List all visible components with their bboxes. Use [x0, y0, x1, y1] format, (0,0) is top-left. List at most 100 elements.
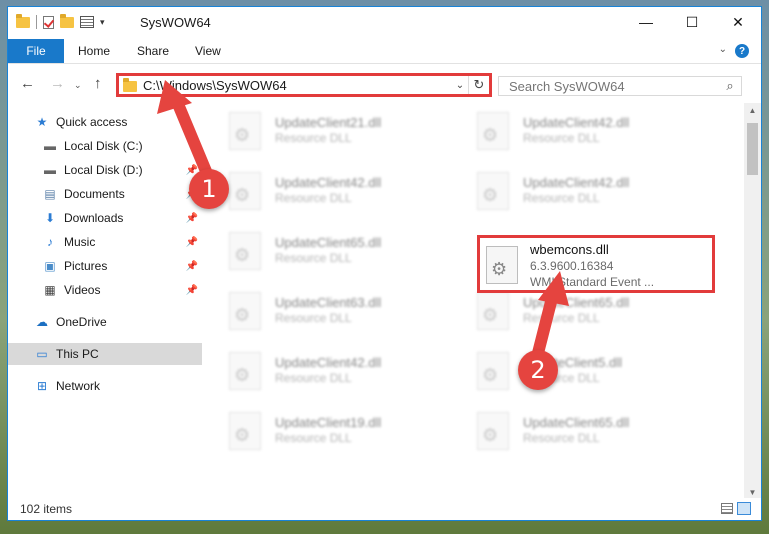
file-name: UpdateClient63.dll: [275, 295, 382, 310]
sidebar-item-pictures[interactable]: ▣ Pictures 📌: [8, 255, 202, 277]
cloud-icon: ☁: [36, 315, 48, 329]
pictures-icon: ▣: [44, 259, 56, 273]
sidebar-item-quick-access[interactable]: ★ Quick access: [8, 111, 202, 133]
network-icon: ⊞: [36, 379, 48, 393]
up-arrow-icon[interactable]: ↑: [94, 75, 102, 92]
dll-file-icon: [477, 412, 509, 450]
file-name: UpdateClient65.dll: [523, 295, 630, 310]
sidebar-item-label: Quick access: [56, 115, 128, 129]
tab-view[interactable]: View: [195, 39, 221, 63]
tab-file[interactable]: File: [8, 39, 64, 63]
forward-arrow-icon[interactable]: →: [50, 75, 65, 92]
sidebar-item-local-disk-c[interactable]: ▬ Local Disk (C:): [8, 135, 202, 157]
file-item[interactable]: UpdateClient42.dll Resource DLL: [213, 345, 443, 397]
address-bar[interactable]: C:\Windows\SysWOW64 ⌄ ↻: [116, 73, 492, 97]
drive-icon: ▬: [44, 139, 56, 153]
sidebar-item-videos[interactable]: ▦ Videos 📌: [8, 279, 202, 301]
file-type: Resource DLL: [523, 431, 600, 445]
file-name: UpdateClient42.dll: [523, 175, 630, 190]
highlighted-file-wbemcons[interactable]: wbemcons.dll 6.3.9600.16384 WMI Standard…: [477, 235, 715, 293]
file-item[interactable]: UpdateClient65.dll Resource DLL: [461, 405, 691, 457]
star-icon: ★: [36, 115, 48, 129]
sidebar-item-onedrive[interactable]: ☁ OneDrive: [8, 311, 202, 333]
navigation-pane: ★ Quick access ▬ Local Disk (C:) ▬ Local…: [8, 107, 203, 497]
file-list: UpdateClient21.dll Resource DLL UpdateCl…: [213, 103, 738, 501]
file-name: UpdateClient65.dll: [275, 235, 382, 250]
tab-share[interactable]: Share: [137, 39, 169, 63]
close-button[interactable]: ✕: [715, 7, 761, 37]
pin-icon[interactable]: 📌: [186, 213, 198, 224]
maximize-button[interactable]: ☐: [669, 7, 715, 37]
dll-file-icon: [229, 172, 261, 210]
file-item[interactable]: UpdateClient42.dll Resource DLL: [461, 165, 691, 217]
chevron-down-icon[interactable]: ▾: [100, 17, 105, 28]
sidebar-item-label: OneDrive: [56, 315, 107, 329]
scroll-up-icon[interactable]: ▲: [744, 103, 761, 119]
dll-file-icon: [229, 112, 261, 150]
file-item[interactable]: UpdateClient65.dll Resource DLL: [213, 225, 443, 277]
videos-icon: ▦: [44, 283, 56, 297]
sidebar-item-label: Local Disk (C:): [64, 139, 143, 153]
file-item[interactable]: UpdateClient21.dll Resource DLL: [213, 105, 443, 157]
sidebar-item-local-disk-d[interactable]: ▬ Local Disk (D:) 📌: [8, 159, 202, 181]
file-description: WMI Standard Event ...: [530, 275, 655, 289]
sidebar-item-documents[interactable]: ▤ Documents 📌: [8, 183, 202, 205]
sidebar-item-label: Music: [64, 235, 96, 249]
explorer-window: ▾ SysWOW64 — ☐ ✕ File Home Share View ⌄ …: [7, 6, 762, 521]
sidebar-item-label: Videos: [64, 283, 101, 297]
documents-icon: ▤: [44, 187, 56, 201]
vertical-scrollbar[interactable]: ▲ ▼: [744, 103, 761, 501]
details-view-icon[interactable]: [721, 503, 733, 514]
pin-icon[interactable]: 📌: [186, 285, 198, 296]
sidebar-item-network[interactable]: ⊞ Network: [8, 375, 202, 397]
search-icon[interactable]: ⌕: [719, 78, 741, 94]
expand-ribbon-icon[interactable]: ⌄: [719, 44, 727, 55]
new-folder-icon[interactable]: [60, 13, 74, 28]
sidebar-item-music[interactable]: ♪ Music 📌: [8, 231, 202, 253]
file-type: Resource DLL: [275, 251, 352, 265]
file-type: Resource DLL: [523, 131, 600, 145]
dll-file-icon: [229, 412, 261, 450]
tab-home[interactable]: Home: [78, 39, 110, 63]
sidebar-item-this-pc[interactable]: ▭ This PC: [8, 343, 202, 365]
dll-file-icon: [229, 352, 261, 390]
properties-check-icon[interactable]: [43, 15, 54, 29]
back-arrow-icon[interactable]: ←: [20, 75, 35, 92]
file-name: UpdateClient42.dll: [523, 115, 630, 130]
customize-toolbar-icon[interactable]: [80, 16, 94, 28]
pin-icon[interactable]: 📌: [186, 237, 198, 248]
window-title: SysWOW64: [140, 15, 211, 30]
file-item[interactable]: UpdateClient42.dll Resource DLL: [461, 105, 691, 157]
search-box[interactable]: ⌕: [498, 76, 742, 96]
sidebar-item-label: Local Disk (D:): [64, 163, 143, 177]
folder-icon: [16, 13, 30, 28]
sidebar-item-label: Documents: [64, 187, 125, 201]
file-type: Resource DLL: [275, 371, 352, 385]
search-input[interactable]: [507, 77, 719, 95]
chevron-down-icon[interactable]: ⌄: [452, 80, 468, 91]
file-name: UpdateClient42.dll: [275, 175, 382, 190]
minimize-button[interactable]: —: [623, 7, 669, 37]
recent-locations-icon[interactable]: ⌄: [74, 80, 82, 91]
file-item[interactable]: UpdateClient5.dll Resource DLL: [461, 345, 691, 397]
file-item[interactable]: UpdateClient63.dll Resource DLL: [213, 285, 443, 337]
pin-icon[interactable]: 📌: [186, 261, 198, 272]
sidebar-item-label: Network: [56, 379, 101, 393]
toolbar-separator: [36, 15, 37, 29]
title-bar: ▾ SysWOW64 — ☐ ✕: [8, 7, 761, 39]
navigation-bar: ← → ⌄ ↑ C:\Windows\SysWOW64 ⌄ ↻ ⌕: [8, 65, 761, 103]
address-path[interactable]: C:\Windows\SysWOW64: [143, 78, 452, 93]
file-type: Resource DLL: [275, 431, 352, 445]
drive-icon: ▬: [44, 163, 56, 177]
computer-icon: ▭: [36, 347, 48, 361]
sidebar-item-label: This PC: [56, 347, 99, 361]
sidebar-item-label: Downloads: [64, 211, 124, 225]
sidebar-item-downloads[interactable]: ⬇ Downloads 📌: [8, 207, 202, 229]
dll-file-icon: [477, 292, 509, 330]
scroll-thumb[interactable]: [747, 123, 758, 175]
refresh-icon[interactable]: ↻: [468, 76, 489, 94]
large-icons-view-icon[interactable]: [737, 502, 751, 515]
help-icon[interactable]: ?: [735, 44, 749, 58]
file-item[interactable]: UpdateClient42.dll Resource DLL: [213, 165, 443, 217]
file-item[interactable]: UpdateClient19.dll Resource DLL: [213, 405, 443, 457]
